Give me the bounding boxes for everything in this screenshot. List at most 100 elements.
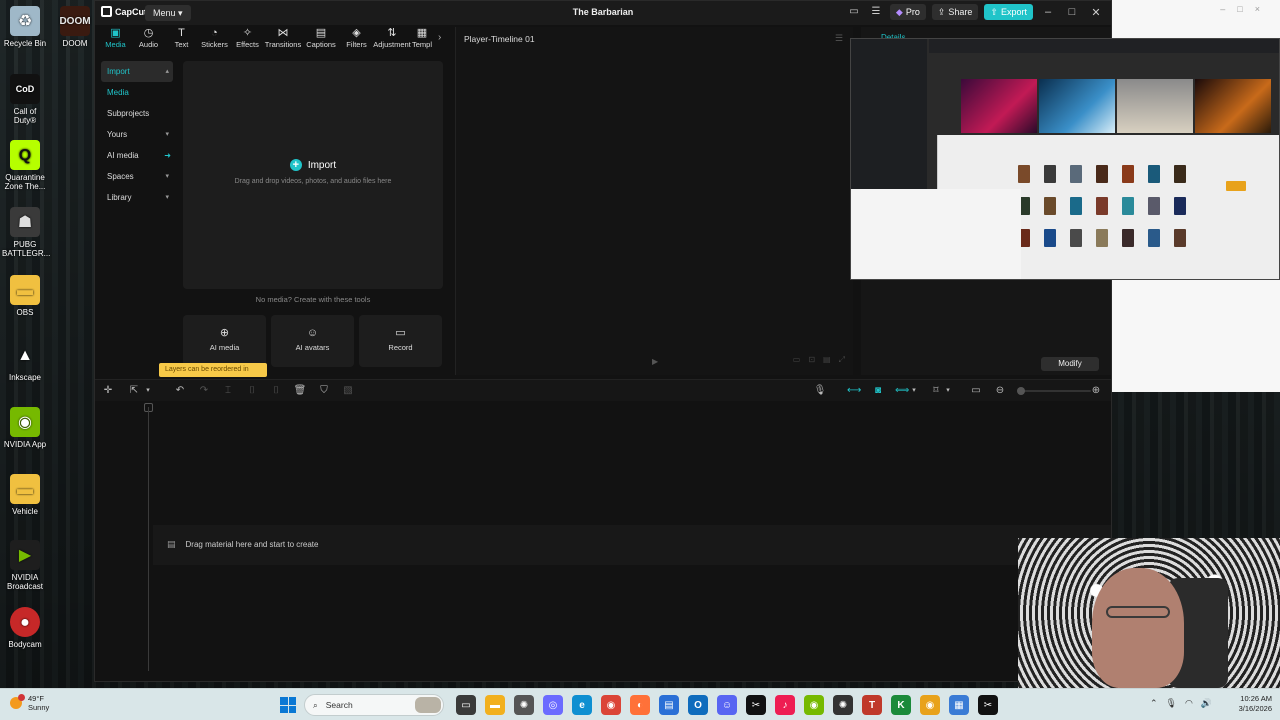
edge-icon[interactable]: e: [572, 695, 592, 715]
zoom-out-icon[interactable]: ⊖: [993, 384, 1007, 398]
media-drop-zone[interactable]: + Import Drag and drop videos, photos, a…: [183, 61, 443, 289]
desktop-icon-bodycam[interactable]: ● Bodycam: [2, 607, 48, 649]
link-clips-icon[interactable]: ⟷: [847, 384, 861, 398]
caption-track-icon[interactable]: ▭: [969, 384, 983, 398]
fit-icon[interactable]: ⊡: [808, 355, 815, 365]
timeline-area[interactable]: ▤ Drag material here and start to create: [95, 401, 1111, 681]
chevron-down-icon[interactable]: ▾: [141, 384, 155, 398]
nav-item-library[interactable]: Library ▾: [101, 187, 173, 208]
typora-icon[interactable]: T: [862, 695, 882, 715]
task-view-icon[interactable]: ▭: [456, 695, 476, 715]
desktop-icon-doom[interactable]: DOOM DOOM: [52, 6, 98, 48]
discord-icon[interactable]: ☺: [717, 695, 737, 715]
nav-item-spaces[interactable]: Spaces ▾: [101, 166, 173, 187]
clock[interactable]: 10:26 AM 3/16/2026: [1232, 694, 1272, 714]
nav-item-ai-media[interactable]: AI media ➜: [101, 145, 173, 166]
nav-item-yours[interactable]: Yours ▾: [101, 124, 173, 145]
maximize-icon[interactable]: □: [1063, 6, 1081, 18]
calculator-icon[interactable]: ▦: [949, 695, 969, 715]
store-icon[interactable]: ▤: [659, 695, 679, 715]
delete-icon[interactable]: 🗑: [293, 384, 307, 398]
freeze-icon[interactable]: ▧: [341, 384, 355, 398]
tray-overflow-icon[interactable]: ⌃: [1150, 698, 1158, 709]
layout-icon[interactable]: ▭: [846, 4, 862, 20]
capcut-active-icon[interactable]: ✂: [978, 695, 998, 715]
tab-templates[interactable]: ▦ Templ: [411, 27, 433, 53]
ai-enhance-icon[interactable]: ◙: [871, 384, 885, 398]
tab-adjustment[interactable]: ⇅ Adjustment: [373, 27, 411, 53]
tab-audio[interactable]: ◷ Audio: [132, 27, 165, 53]
openai-icon[interactable]: ✺: [833, 695, 853, 715]
tiktok-icon[interactable]: ♪: [775, 695, 795, 715]
desktop-icon-quarantine-zone[interactable]: Q Quarantine Zone The...: [2, 140, 48, 191]
chrome-canary-icon[interactable]: ◉: [920, 695, 940, 715]
share-button[interactable]: ⇪ Share: [931, 4, 979, 20]
add-track-icon[interactable]: ✛: [101, 384, 115, 398]
start-button[interactable]: [280, 697, 296, 713]
weather-widget[interactable]: 49°F Sunny: [10, 694, 49, 712]
ai-media-button[interactable]: ⊕ AI media: [183, 315, 266, 367]
tab-captions[interactable]: ▤ Captions: [302, 27, 340, 53]
zoom-slider[interactable]: [1017, 387, 1091, 395]
split-right-icon[interactable]: ⌷: [269, 384, 283, 398]
desktop-icon-recycle-bin[interactable]: ♻ Recycle Bin: [2, 6, 48, 48]
krita-icon[interactable]: K: [891, 695, 911, 715]
ratio-icon[interactable]: ▤: [823, 355, 831, 365]
desktop-icon-nvidia-app[interactable]: ◉ NVIDIA App: [2, 407, 48, 449]
capcut-icon[interactable]: ✂: [746, 695, 766, 715]
desktop-icon-obs[interactable]: ▬ OBS: [2, 275, 48, 317]
tab-media[interactable]: ▣ Media: [99, 27, 132, 53]
chatgpt-icon[interactable]: ✺: [514, 695, 534, 715]
zoom-slider-knob[interactable]: [1017, 387, 1025, 395]
menu-button[interactable]: Menu ▾: [145, 5, 191, 21]
modify-button[interactable]: Modify: [1041, 357, 1099, 371]
marker-icon[interactable]: ⛉: [317, 384, 331, 398]
playhead[interactable]: [148, 407, 149, 671]
outlook-icon[interactable]: O: [688, 695, 708, 715]
tab-transitions[interactable]: ⋈ Transitions: [264, 27, 302, 53]
minimize-icon[interactable]: –: [1039, 6, 1057, 18]
volume-icon[interactable]: 🔊: [1201, 698, 1212, 709]
player-menu-icon[interactable]: ☰: [835, 33, 843, 44]
undo-icon[interactable]: ↶: [173, 384, 187, 398]
tabs-scroll-right-icon[interactable]: ›: [438, 32, 448, 46]
record-button[interactable]: ▭ Record: [359, 315, 442, 367]
desktop-icon-call-of-duty[interactable]: CoD Call of Duty®: [2, 74, 48, 125]
close-icon[interactable]: ✕: [1087, 6, 1105, 19]
select-cursor-icon[interactable]: ⇱: [127, 384, 141, 398]
nav-item-subprojects[interactable]: Subprojects: [101, 103, 173, 124]
zoom-in-icon[interactable]: ⊕: [1089, 384, 1103, 398]
file-explorer-icon[interactable]: ▬: [485, 695, 505, 715]
fullscreen-icon[interactable]: ⤢: [839, 355, 845, 365]
export-button[interactable]: ⇧ Export: [984, 4, 1033, 20]
desktop-icon-nvidia-broadcast[interactable]: ▶ NVIDIA Broadcast: [2, 540, 48, 591]
tab-effects[interactable]: ✧ Effects: [231, 27, 264, 53]
microphone-icon[interactable]: 🎙: [813, 384, 827, 398]
main-track-drop-zone[interactable]: ▤ Drag material here and start to create: [153, 525, 1111, 565]
split-icon[interactable]: ⌶: [221, 384, 235, 398]
wifi-icon[interactable]: ◠: [1185, 698, 1193, 709]
split-left-icon[interactable]: ⌷: [245, 384, 259, 398]
nav-item-media[interactable]: Media: [101, 82, 173, 103]
ai-avatars-button[interactable]: ☺ AI avatars: [271, 315, 354, 367]
tab-filters[interactable]: ◈ Filters: [340, 27, 373, 53]
pro-button[interactable]: ◆ Pro: [889, 4, 926, 20]
play-icon[interactable]: ▶: [652, 357, 658, 366]
desktop-icon-inkscape[interactable]: ▲ Inkscape: [2, 340, 48, 382]
shortcuts-icon[interactable]: ☰: [868, 4, 884, 20]
tab-text[interactable]: T Text: [165, 27, 198, 53]
import-button[interactable]: + Import: [183, 159, 443, 171]
nvidia-icon[interactable]: ◉: [804, 695, 824, 715]
redo-icon[interactable]: ↷: [197, 384, 211, 398]
copilot-icon[interactable]: ◎: [543, 695, 563, 715]
chevron-down-icon[interactable]: ▾: [941, 384, 955, 398]
desktop-icon-pubg[interactable]: ☗ PUBG BATTLEGR...: [2, 207, 50, 258]
nav-item-import[interactable]: Import ▴: [101, 61, 173, 82]
desktop-icon-vehicle[interactable]: ▬ Vehicle: [2, 474, 48, 516]
tab-stickers[interactable]: ◔ Stickers: [198, 27, 231, 53]
taskbar-search[interactable]: ⌕ Search: [304, 694, 444, 716]
chrome-icon[interactable]: ◉: [601, 695, 621, 715]
crop-icon[interactable]: ▭: [793, 355, 801, 365]
microphone-tray-icon[interactable]: 🎙: [1166, 698, 1177, 709]
firefox-icon[interactable]: ◐: [630, 695, 650, 715]
